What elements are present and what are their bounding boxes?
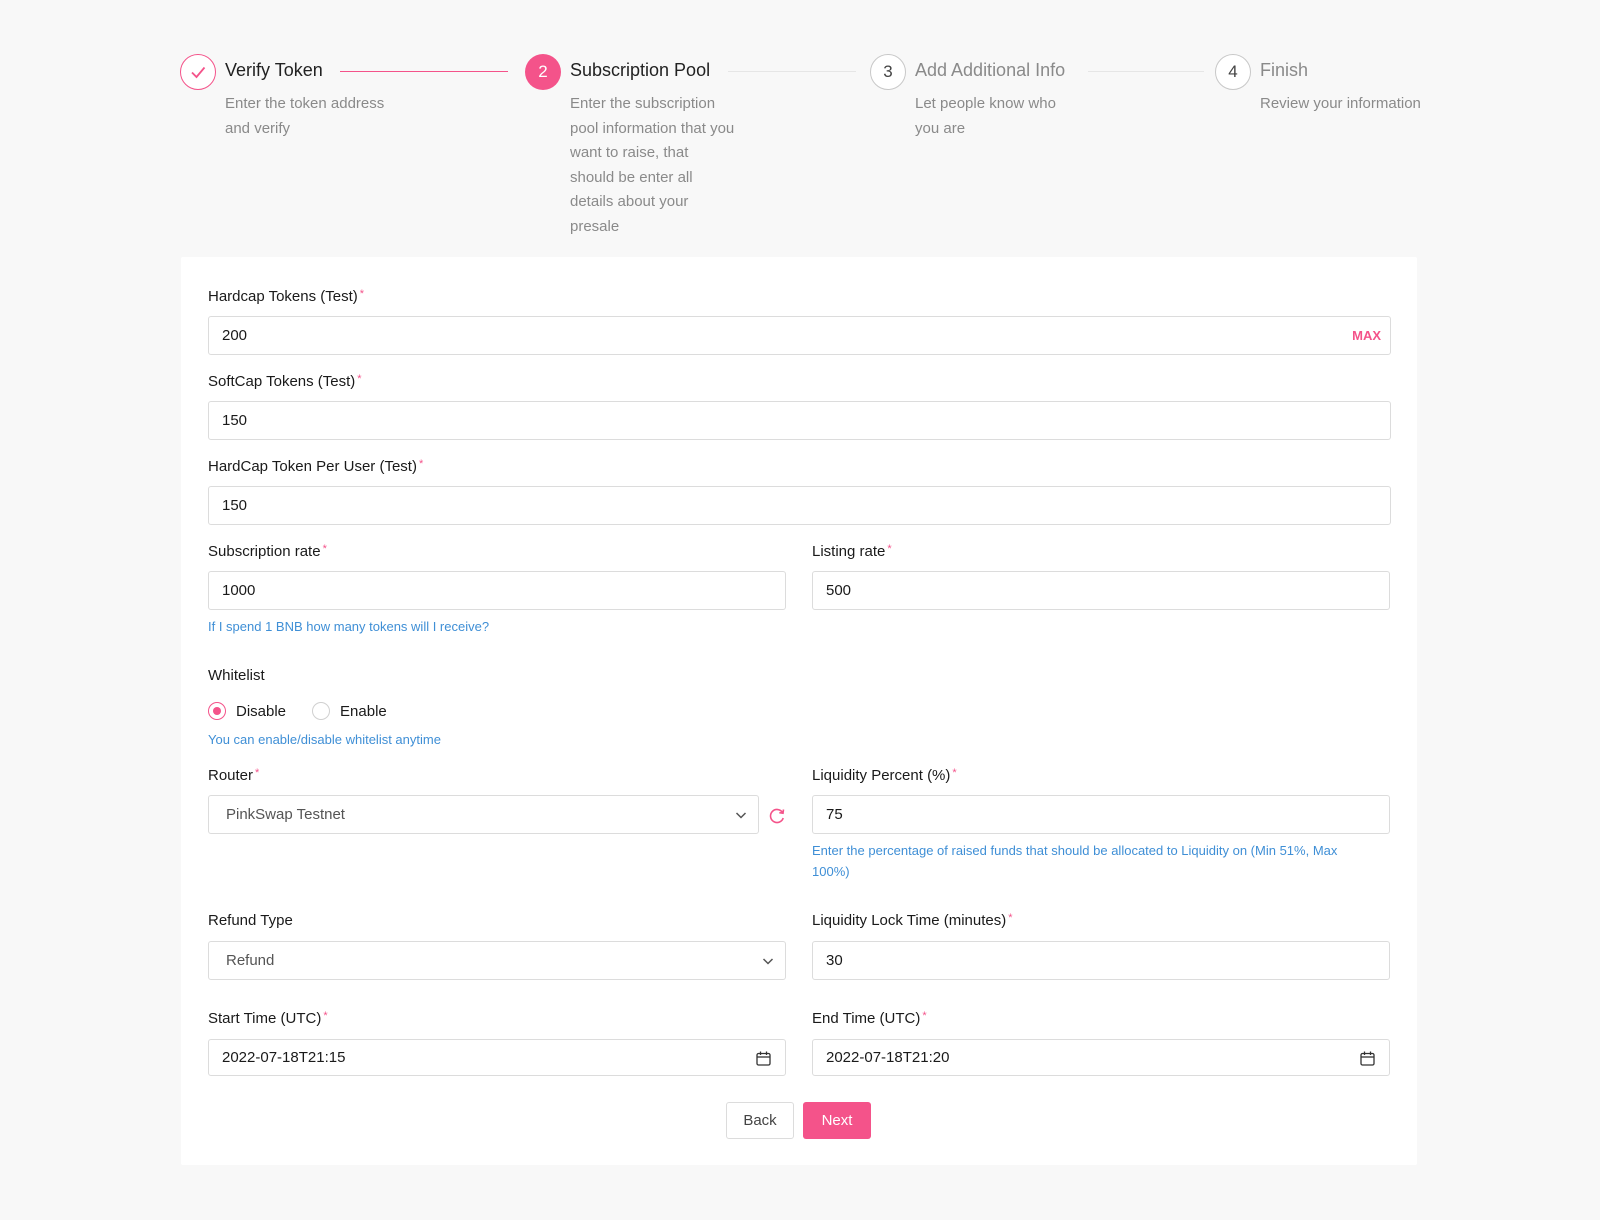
- radio-label: Disable: [236, 702, 287, 720]
- step-title: Verify Token: [225, 60, 323, 80]
- subscription-rate-input[interactable]: [222, 582, 772, 599]
- router-select-value: PinkSwap Testnet: [226, 806, 345, 823]
- hardcap-per-user-field: [208, 486, 1391, 525]
- softcap-label-text: SoftCap Tokens (Test): [208, 373, 356, 390]
- whitelist-enable-radio[interactable]: Enable: [312, 702, 387, 720]
- max-button[interactable]: MAX: [1352, 328, 1381, 343]
- listing-rate-input[interactable]: [826, 582, 1376, 599]
- chevron-down-icon: [735, 812, 747, 819]
- step-number: 3: [870, 54, 906, 90]
- step-description: Enter the token address and verify: [225, 95, 385, 137]
- step-number: 4: [1215, 54, 1251, 90]
- whitelist-label: Whitelist: [208, 667, 265, 684]
- calendar-icon[interactable]: [1359, 1050, 1376, 1067]
- listing-rate-label-text: Listing rate: [812, 543, 886, 560]
- hardcap-label-text: Hardcap Tokens (Test): [208, 288, 358, 305]
- start-time-label-text: Start Time (UTC): [208, 1010, 322, 1027]
- liquidity-percent-help: Enter the percentage of raised funds tha…: [812, 843, 1338, 879]
- hardcap-label: Hardcap Tokens (Test) *: [208, 288, 364, 305]
- liquidity-lock-label-text: Liquidity Lock Time (minutes): [812, 912, 1007, 929]
- refund-type-select-value: Refund: [226, 952, 275, 969]
- listing-rate-field: [812, 571, 1390, 610]
- step-description: Let people know who you are: [915, 95, 1056, 137]
- required-mark: *: [418, 458, 424, 470]
- whitelist-radio-group: Disable Enable: [208, 702, 413, 720]
- hardcap-input[interactable]: [222, 327, 1377, 344]
- step-title: Finish: [1260, 60, 1309, 80]
- step-description: Review your information: [1260, 95, 1421, 112]
- start-time-input[interactable]: [222, 1049, 772, 1066]
- stepper: Verify Token Enter the token address and…: [180, 54, 1421, 244]
- router-label: Router *: [208, 767, 259, 784]
- step-number: 2: [525, 54, 561, 90]
- end-time-field: [812, 1039, 1390, 1076]
- hardcap-per-user-input[interactable]: [222, 497, 1377, 514]
- start-time-field: [208, 1039, 786, 1076]
- liquidity-lock-field: [812, 941, 1390, 980]
- listing-rate-label: Listing rate *: [812, 543, 892, 560]
- required-mark: *: [322, 543, 327, 555]
- calendar-icon[interactable]: [755, 1050, 772, 1067]
- next-button[interactable]: Next: [803, 1102, 871, 1139]
- step-connector-2: [728, 71, 856, 72]
- hardcap-field: MAX: [208, 316, 1391, 355]
- refresh-icon[interactable]: [768, 807, 786, 825]
- required-mark: *: [887, 543, 892, 555]
- step-title: Subscription Pool: [570, 60, 711, 80]
- check-icon: [180, 54, 216, 90]
- refund-type-label: Refund Type: [208, 912, 293, 929]
- liquidity-percent-input[interactable]: [826, 806, 1376, 823]
- required-mark: *: [357, 373, 362, 385]
- radio-label: Enable: [340, 702, 387, 720]
- liquidity-percent-label-text: Liquidity Percent (%): [812, 767, 951, 784]
- subscription-rate-label: Subscription rate *: [208, 543, 327, 560]
- step-connector-3: [1088, 71, 1204, 72]
- router-select[interactable]: PinkSwap Testnet: [208, 795, 759, 834]
- start-time-label: Start Time (UTC) *: [208, 1010, 328, 1027]
- step-connector-1: [340, 71, 508, 72]
- softcap-field: [208, 401, 1391, 440]
- hardcap-per-user-label-text: HardCap Token Per User (Test): [208, 458, 417, 475]
- end-time-label: End Time (UTC) *: [812, 1010, 927, 1027]
- subscription-rate-help: If I spend 1 BNB how many tokens will I …: [208, 619, 490, 634]
- radio-dot[interactable]: [312, 702, 331, 720]
- step-title: Add Additional Info: [915, 60, 1066, 80]
- required-mark: *: [255, 767, 260, 779]
- liquidity-percent-label: Liquidity Percent (%) *: [812, 767, 957, 784]
- softcap-label: SoftCap Tokens (Test) *: [208, 373, 362, 390]
- subscription-rate-label-text: Subscription rate: [208, 543, 321, 560]
- radio-dot-checked[interactable]: [208, 702, 226, 720]
- required-mark: *: [1008, 912, 1013, 924]
- liquidity-percent-field: [812, 795, 1390, 834]
- refund-type-select[interactable]: Refund: [208, 941, 786, 980]
- required-mark: *: [922, 1010, 927, 1022]
- liquidity-lock-input[interactable]: [826, 952, 1376, 969]
- end-time-label-text: End Time (UTC): [812, 1010, 921, 1027]
- hardcap-per-user-label: HardCap Token Per User (Test) *: [208, 458, 423, 475]
- chevron-down-icon: [762, 958, 774, 965]
- whitelist-help: You can enable/disable whitelist anytime: [208, 732, 441, 747]
- whitelist-disable-radio[interactable]: Disable: [208, 702, 286, 720]
- required-mark: *: [323, 1010, 328, 1022]
- back-button[interactable]: Back: [726, 1102, 794, 1139]
- subscription-rate-field: [208, 571, 786, 610]
- router-label-text: Router: [208, 767, 254, 784]
- step-description: Enter the subscription pool information …: [570, 95, 735, 235]
- required-mark: *: [952, 767, 957, 779]
- end-time-input[interactable]: [826, 1049, 1376, 1066]
- softcap-input[interactable]: [222, 412, 1377, 429]
- required-mark: *: [359, 288, 365, 300]
- liquidity-lock-label: Liquidity Lock Time (minutes) *: [812, 912, 1013, 929]
